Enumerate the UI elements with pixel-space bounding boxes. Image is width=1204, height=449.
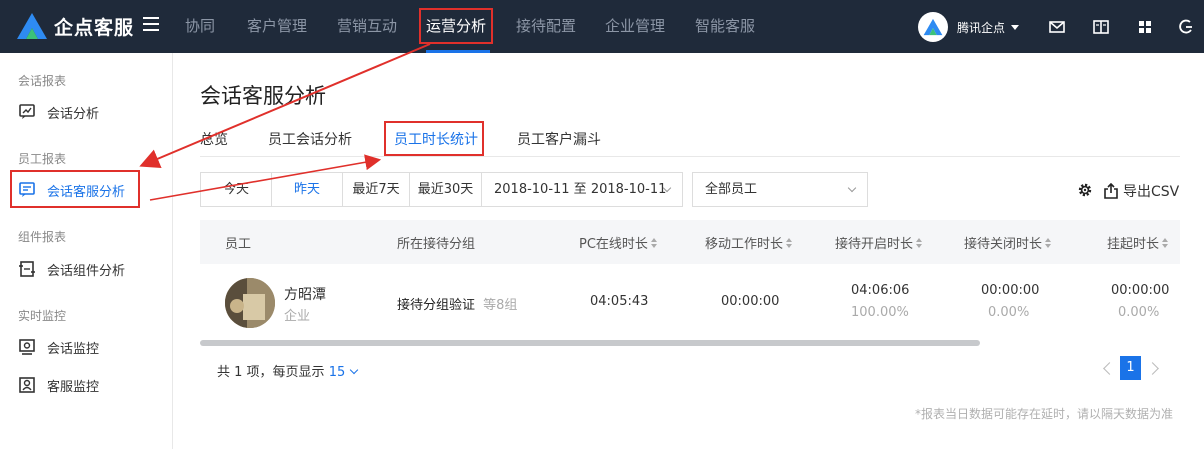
agent-monitor-icon [19,377,35,393]
hang-time-value: 00:00:00 [1111,283,1170,298]
sort-icon[interactable] [786,237,793,248]
export-icon [1104,183,1118,199]
nav-customer-management[interactable]: 客户管理 [247,0,307,53]
nav-smart-service[interactable]: 智能客服 [695,0,755,53]
sort-icon[interactable] [1045,237,1052,248]
chevron-down-icon [847,183,857,193]
nav-marketing[interactable]: 营销互动 [337,0,397,53]
sidebar-item-session-analysis[interactable]: 会话分析 [18,102,99,122]
date-yesterday-button[interactable]: 昨天 [272,173,343,206]
column-header-group: 所在接待分组 [397,237,476,252]
page-size-select[interactable]: 15 [329,365,346,380]
page-number-button[interactable]: 1 [1120,356,1141,380]
previous-page-icon[interactable] [1103,362,1116,375]
account-avatar[interactable] [918,12,948,42]
date-filter-group: 今天 昨天 最近7天 最近30天 2018-10-11 至 2018-10-11 [200,172,683,207]
sort-icon[interactable] [1162,237,1169,248]
menu-toggle-icon[interactable] [143,17,159,31]
column-header-closed-time[interactable]: 接待关闭时长 [964,233,1052,252]
account-name[interactable]: 腾讯企点 [957,19,1005,36]
date-range-value: 2018-10-11 至 2018-10-11 [494,182,667,197]
closed-time-value: 00:00:00 [981,283,1040,298]
staff-select[interactable]: 全部员工 [692,172,868,207]
column-header-staff: 员工 [225,237,252,252]
staff-role: 企业 [284,309,311,324]
sidebar-group-session-reports: 会话报表 [18,74,67,88]
caret-down-icon[interactable] [1011,25,1019,30]
pagination-summary: 共 1 项，每页显示 15 [217,361,359,380]
sidebar-group-realtime-monitoring: 实时监控 [18,309,67,323]
logout-icon[interactable] [1177,18,1195,36]
horizontal-scrollbar[interactable] [200,340,980,346]
sidebar-item-label: 会话分析 [47,106,100,122]
closed-time-percent: 0.00% [988,305,1030,320]
nav-reception-config[interactable]: 接待配置 [516,0,576,53]
chevron-down-icon[interactable] [350,365,359,375]
staff-select-value: 全部员工 [705,182,758,197]
sidebar-group-component-reports: 组件报表 [18,230,67,244]
grid-icon[interactable] [1136,18,1154,36]
tab-staff-session-analysis[interactable]: 员工会话分析 [268,129,352,149]
avatar [225,278,275,328]
top-navigation-bar: 企点客服 协同 客户管理 营销互动 运营分析 接待配置 企业管理 智能客服 腾讯… [0,0,1204,53]
tabs-divider [200,156,1180,157]
date-last30-button[interactable]: 最近30天 [410,173,482,206]
export-csv-button[interactable]: 导出CSV [1103,181,1179,201]
column-header-hang-time[interactable]: 挂起时长 [1107,233,1169,252]
chat-chart-icon [19,104,35,119]
nav-enterprise-management[interactable]: 企业管理 [605,0,665,53]
sidebar-item-label: 会话监控 [47,341,100,357]
account-logo-icon [923,18,943,36]
staff-group: 接待分组验证 等8组 [397,298,518,313]
brand-logo-icon [17,13,47,39]
sidebar-item-label: 会话组件分析 [47,263,126,279]
sort-icon[interactable] [916,237,923,248]
brand-logo[interactable]: 企点客服 [16,12,134,40]
active-nav-indicator [426,50,490,53]
staff-name[interactable]: 方昭潭 [284,284,326,304]
highlight-box-sidebar [10,170,140,208]
sidebar-item-label: 客服监控 [47,379,100,395]
component-icon [19,261,35,277]
nav-collaboration[interactable]: 协同 [185,0,215,53]
highlight-box-tab [384,121,484,156]
mobile-work-value: 00:00:00 [721,294,780,309]
open-time-percent: 100.00% [851,305,909,320]
sidebar-item-agent-monitor[interactable]: 客服监控 [18,375,99,395]
brand-name: 企点客服 [54,16,135,39]
page-title: 会话客服分析 [200,84,326,108]
tab-overview[interactable]: 总览 [200,129,228,149]
sidebar-group-staff-reports: 员工报表 [18,152,67,166]
hang-time-percent: 0.00% [1118,305,1160,320]
column-header-pc-online[interactable]: PC在线时长 [579,233,658,252]
export-label: 导出CSV [1123,184,1180,200]
open-time-value: 04:06:06 [851,283,910,298]
highlight-box-nav [419,8,493,44]
column-header-open-time[interactable]: 接待开启时长 [835,233,923,252]
sidebar-item-component-analysis[interactable]: 会话组件分析 [18,259,125,279]
pc-online-value: 04:05:43 [590,294,649,309]
avatar-photo [225,278,275,328]
book-icon[interactable] [1092,18,1110,36]
date-range-picker[interactable]: 2018-10-11 至 2018-10-11 [482,173,682,206]
tab-staff-customer-funnel[interactable]: 员工客户漏斗 [517,129,601,149]
column-header-mobile-work[interactable]: 移动工作时长 [705,233,793,252]
next-page-icon[interactable] [1146,362,1159,375]
date-today-button[interactable]: 今天 [201,173,272,206]
monitor-icon [19,339,35,355]
mail-icon[interactable] [1048,18,1066,36]
sidebar-item-session-monitor[interactable]: 会话监控 [18,337,99,357]
settings-gear-icon[interactable] [1077,182,1093,198]
data-delay-note: *报表当日数据可能存在延时，请以隔天数据为准 [915,407,1174,421]
group-extra[interactable]: 等8组 [483,298,517,313]
sort-icon[interactable] [650,237,658,248]
date-last7-button[interactable]: 最近7天 [343,173,410,206]
